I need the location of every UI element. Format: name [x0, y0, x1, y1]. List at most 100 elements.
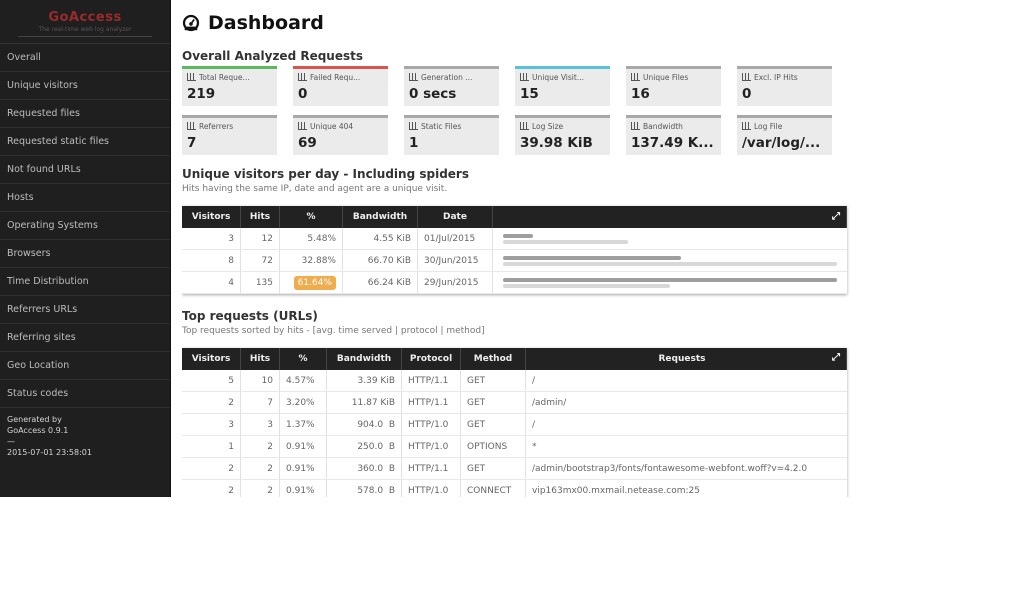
sidebar-item[interactable]: Geo Location	[0, 352, 170, 380]
cell-percent: 3.20%	[279, 391, 327, 414]
cell-method: GET	[460, 413, 526, 436]
cell-protocol: HTTP/1.1	[401, 391, 461, 414]
stat-value: 137.49 K...	[631, 135, 714, 151]
stat-value: 15	[520, 86, 539, 102]
stat-label: Log Size	[520, 122, 610, 131]
col-protocol[interactable]: Protocol	[401, 348, 461, 370]
stat-value: 39.98 KiB	[520, 135, 593, 151]
table-row[interactable]: 2 2 0.91% 360.0 B HTTP/1.1 GET/admin/bootstra…	[182, 457, 847, 480]
table-row[interactable]: 8 72 32.88% 66.70 KiB 30/Jun/2015	[182, 249, 847, 272]
cell-percent: 0.91%	[279, 457, 327, 480]
sidebar-item[interactable]: Requested files	[0, 100, 170, 128]
col-percent[interactable]: %	[279, 348, 327, 370]
sidebar-item[interactable]: Unique visitors	[0, 72, 170, 100]
col-hits[interactable]: Hits	[240, 206, 280, 228]
col-date[interactable]: Date	[417, 206, 493, 228]
col-bandwidth[interactable]: Bandwidth	[342, 206, 418, 228]
sidebar-item[interactable]: Hosts	[0, 184, 170, 212]
stat-value: 219	[187, 86, 216, 102]
stat-value: 0 secs	[409, 86, 457, 102]
stat-label-text: Bandwidth	[643, 122, 683, 131]
cell-bandwidth: 578.0 B	[326, 479, 402, 497]
stat-label: Unique 404	[298, 122, 388, 131]
cell-bandwidth: 3.39 KiB	[326, 370, 402, 392]
col-visitors[interactable]: Visitors	[182, 206, 241, 228]
cell-bandwidth: 66.70 KiB	[342, 249, 418, 272]
stat-card: Static Files 1	[404, 115, 499, 155]
dashboard-icon	[182, 14, 200, 32]
table-row[interactable]: 3 3 1.37% 904.0 B HTTP/1.0 GET /	[182, 413, 847, 436]
cell-percent: 0.91%	[279, 479, 327, 497]
stat-card: Excl. IP Hits 0	[737, 66, 832, 106]
sidebar: GoAccess The real-time web log analyzer …	[0, 0, 171, 497]
brand-tagline: The real-time web log analyzer	[38, 26, 132, 33]
cell-date: 01/Jul/2015	[417, 228, 493, 250]
col-visitors[interactable]: Visitors	[182, 348, 241, 370]
stat-card: Log File/var/log/...	[737, 115, 832, 155]
cell-hits: 10	[240, 370, 280, 392]
bar-chart-icon	[298, 73, 307, 81]
col-percent[interactable]: %	[279, 206, 343, 228]
cell-bandwidth: 11.87 KiB	[326, 391, 402, 414]
cell-percent: 61.64%	[279, 271, 343, 294]
table-row[interactable]: 2 2 0.91% 578.0 B HTTP/1.0 CONNECT vip163mx00.…	[182, 479, 847, 497]
sidebar-item[interactable]: Time Distribution	[0, 268, 170, 296]
brand-logo[interactable]: GoAccess The real-time web log analyzer	[0, 0, 170, 44]
stat-label: Referrers	[187, 122, 277, 131]
cell-request: /	[525, 413, 847, 436]
stat-label: Unique Files	[631, 73, 721, 82]
expand-icon[interactable]: ⤢	[832, 212, 840, 222]
hits-bar	[503, 255, 681, 260]
table-row[interactable]: 2 7 3.20% 11.87 KiB HTTP/1.1 GET/admin/	[182, 391, 847, 414]
cell-request: /	[525, 370, 847, 392]
cell-method: CONNECT	[460, 479, 526, 497]
cell-visitors: 8	[182, 249, 241, 272]
cell-visitors: 5	[182, 370, 241, 392]
stat-value: /var/log/...	[742, 135, 821, 151]
table-row[interactable]: 3 12 5.48% 4.55 KiB 01/Jul/2015	[182, 228, 847, 250]
bar-chart-icon	[298, 122, 307, 130]
stat-card: Referrers 7	[182, 115, 277, 155]
stat-card: Log Size 39.98 KiB	[515, 115, 610, 155]
stat-card: Bandwidth 137.49 K...	[626, 115, 721, 155]
cell-visitors: 2	[182, 391, 241, 414]
col-method[interactable]: Method	[460, 348, 526, 370]
cell-hits: 2	[240, 479, 280, 497]
cell-method: GET	[460, 370, 526, 392]
sidebar-item[interactable]: Referring sites	[0, 324, 170, 352]
col-requests[interactable]: Requests ⤢	[525, 348, 847, 370]
table-row[interactable]: 1 2 0.91% 250.0 B HTTP/1.0 OPTIONS *	[182, 435, 847, 458]
requests-panel: Visitors Hits % Bandwidth Protocol Metho…	[182, 348, 847, 497]
bar-chart-icon	[520, 73, 529, 81]
sidebar-item[interactable]: Overall	[0, 44, 170, 72]
cell-hits: 135	[240, 271, 280, 294]
version-label: GoAccess 0.9.1	[7, 426, 69, 435]
table-row[interactable]: 5 10 4.57% 3.39 KiB HTTP/1.1 GET /	[182, 370, 847, 392]
col-requests-label: Requests	[658, 354, 706, 364]
stat-value: 0	[298, 86, 308, 102]
col-bandwidth[interactable]: Bandwidth	[326, 348, 402, 370]
col-hits[interactable]: Hits	[240, 348, 280, 370]
sidebar-item[interactable]: Browsers	[0, 240, 170, 268]
bar-chart-icon	[409, 73, 418, 81]
cell-visitors: 3	[182, 228, 241, 250]
cell-bandwidth: 250.0 B	[326, 435, 402, 458]
cell-request: vip163mx00.mxmail.netease.com:25	[525, 479, 847, 497]
table-row[interactable]: 4 135 61.64% 66.24 KiB 29/Jun/2015	[182, 271, 847, 294]
stat-label: Log File	[742, 122, 832, 131]
sidebar-item[interactable]: Referrers URLs	[0, 296, 170, 324]
cell-request: /admin/bootstrap3/fonts/fontawesome-webf…	[525, 457, 847, 480]
cell-percent: 4.57%	[279, 370, 327, 392]
generated-timestamp: 2015-07-01 23:58:01	[7, 448, 92, 457]
cell-bars	[492, 249, 847, 272]
sidebar-item[interactable]: Operating Systems	[0, 212, 170, 240]
sidebar-item[interactable]: Status codes	[0, 380, 170, 408]
visitors-header-row: Visitors Hits % Bandwidth Date ⤢	[182, 206, 847, 228]
sidebar-item[interactable]: Requested static files	[0, 128, 170, 156]
expand-icon[interactable]: ⤢	[832, 353, 840, 363]
cell-bandwidth: 66.24 KiB	[342, 271, 418, 294]
stat-label: Total Reque...	[187, 73, 277, 82]
sidebar-item[interactable]: Not found URLs	[0, 156, 170, 184]
stat-card: Unique 404 69	[293, 115, 388, 155]
stat-card: Generation ... 0 secs	[404, 66, 499, 106]
